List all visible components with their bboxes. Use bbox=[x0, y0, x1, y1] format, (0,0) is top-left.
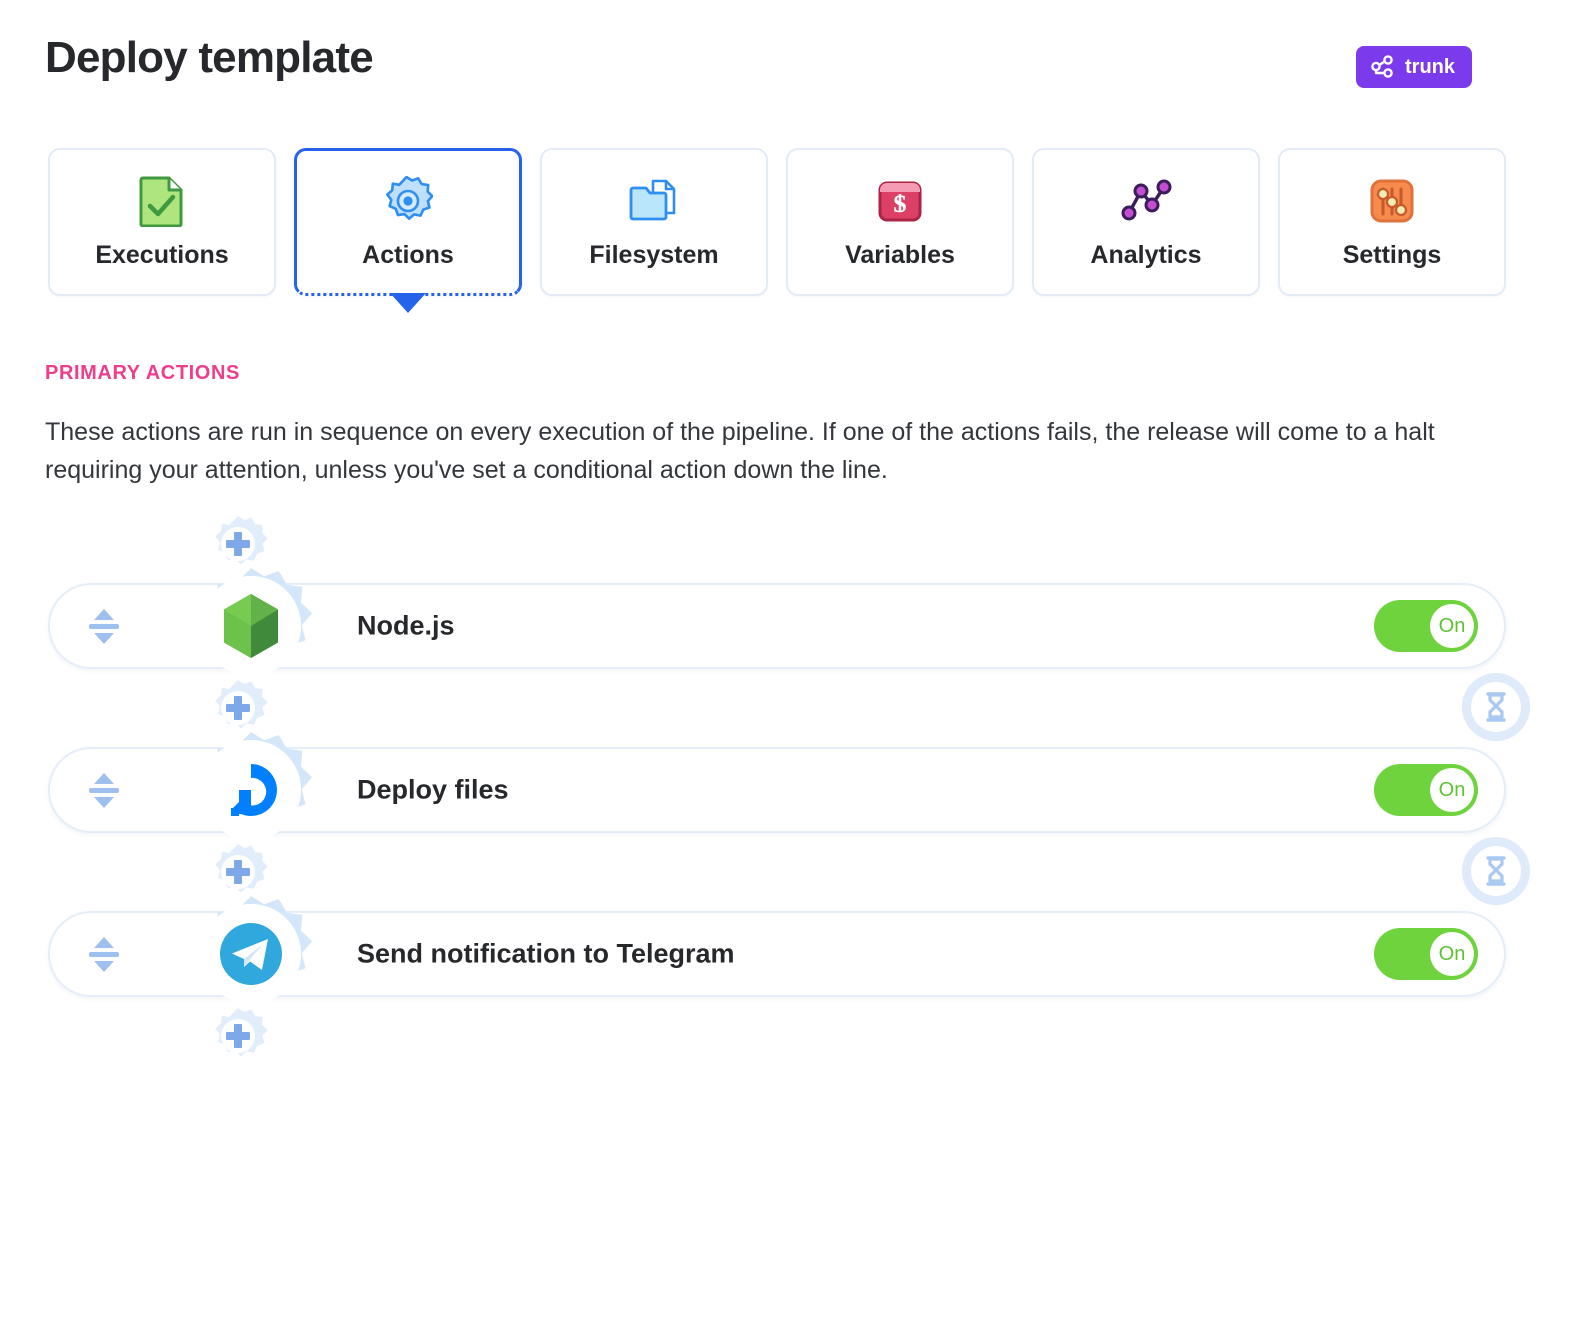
hourglass-icon bbox=[1471, 846, 1521, 896]
sort-divider bbox=[89, 951, 119, 957]
sort-down-arrow-icon bbox=[94, 796, 114, 808]
tab-filesystem[interactable]: Filesystem bbox=[540, 148, 768, 296]
line-chart-icon bbox=[1120, 175, 1172, 227]
action-row: Deploy files On bbox=[45, 732, 1582, 840]
sort-down-arrow-icon bbox=[94, 960, 114, 972]
wait-action-button[interactable] bbox=[1462, 673, 1530, 741]
action-icon-gear[interactable] bbox=[190, 565, 313, 687]
actions-pipeline: Node.js On Deploy files On Send notifica… bbox=[0, 513, 1582, 1067]
section-description: These actions are run in sequence on eve… bbox=[45, 418, 1435, 484]
sort-handle-icon[interactable] bbox=[87, 770, 121, 810]
tab-label: Analytics bbox=[1090, 240, 1202, 269]
action-row: Node.js On bbox=[45, 568, 1582, 676]
tab-label: Variables bbox=[845, 240, 955, 269]
sort-handle-icon[interactable] bbox=[87, 606, 121, 646]
sort-handle-icon[interactable] bbox=[87, 934, 121, 974]
nodejs-icon bbox=[201, 576, 301, 676]
sort-divider bbox=[89, 787, 119, 793]
action-label: Send notification to Telegram bbox=[357, 938, 735, 969]
active-tab-caret-icon bbox=[390, 293, 426, 313]
action-label: Deploy files bbox=[357, 774, 509, 805]
tab-label: Actions bbox=[362, 240, 454, 269]
digitalocean-icon bbox=[201, 740, 301, 840]
wait-action-button[interactable] bbox=[1462, 837, 1530, 905]
sort-up-arrow-icon bbox=[94, 608, 114, 620]
action-label: Node.js bbox=[357, 610, 455, 641]
branch-badge[interactable]: trunk bbox=[1356, 46, 1472, 88]
sort-divider bbox=[89, 623, 119, 629]
document-check-icon bbox=[139, 175, 185, 227]
tab-label: Filesystem bbox=[589, 240, 719, 269]
section-title: PRIMARY ACTIONS bbox=[45, 362, 240, 384]
action-icon-gear[interactable] bbox=[190, 729, 313, 851]
page-title: Deploy template bbox=[45, 33, 374, 82]
tab-label: Executions bbox=[95, 240, 229, 269]
tab-actions[interactable]: Actions bbox=[294, 148, 522, 313]
plus-icon bbox=[226, 532, 250, 556]
tab-analytics[interactable]: Analytics bbox=[1032, 148, 1260, 296]
action-icon-gear[interactable] bbox=[190, 893, 313, 1015]
tab-executions[interactable]: Executions bbox=[48, 148, 276, 296]
tab-variables[interactable]: S Variables bbox=[786, 148, 1014, 296]
tab-label: Settings bbox=[1342, 240, 1442, 269]
plus-icon bbox=[226, 1024, 250, 1048]
dollar-window-icon: S bbox=[877, 175, 923, 227]
sort-up-arrow-icon bbox=[94, 772, 114, 784]
branch-badge-label: trunk bbox=[1405, 55, 1455, 78]
tab-bar: Executions Actions Filesystem Variables … bbox=[0, 88, 1582, 313]
action-row: Send notification to Telegram On bbox=[45, 896, 1582, 1004]
gear-icon bbox=[383, 175, 433, 227]
folder-file-icon bbox=[629, 175, 679, 227]
sliders-icon bbox=[1368, 175, 1416, 227]
tab-settings[interactable]: Settings bbox=[1278, 148, 1506, 296]
sort-up-arrow-icon bbox=[94, 936, 114, 948]
plus-icon bbox=[226, 860, 250, 884]
telegram-icon bbox=[201, 904, 301, 1004]
plus-icon bbox=[226, 696, 250, 720]
sort-down-arrow-icon bbox=[94, 632, 114, 644]
git-branch-icon bbox=[1370, 55, 1396, 79]
hourglass-icon bbox=[1471, 682, 1521, 732]
page-header: Deploy template trunk bbox=[0, 0, 1582, 88]
